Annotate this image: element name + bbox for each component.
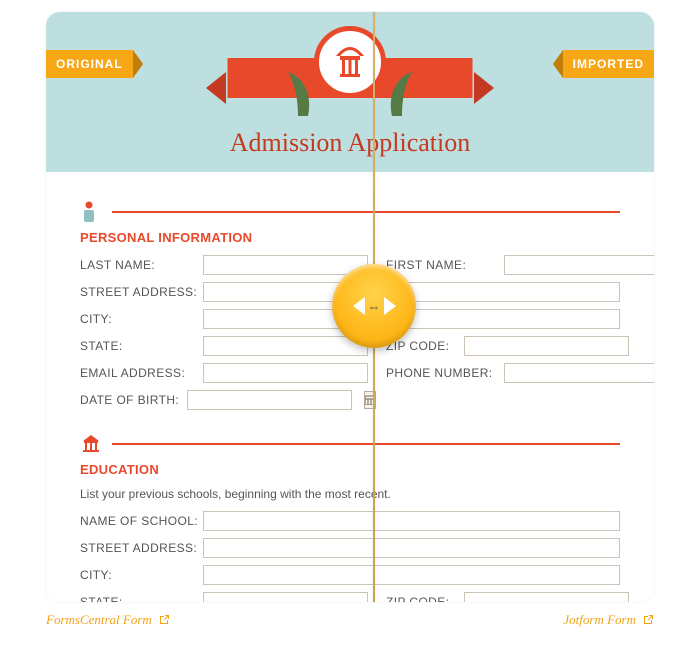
form-header: Admission Application (46, 12, 654, 172)
label-last-name: LAST NAME: (80, 258, 195, 272)
edu-state-input[interactable] (203, 592, 368, 602)
phone-input[interactable] (504, 363, 654, 383)
section-band-personal (80, 200, 620, 224)
section-heading-education: EDUCATION (80, 462, 620, 477)
formscentral-link-label: FormsCentral Form (46, 612, 152, 628)
first-name-input[interactable] (504, 255, 654, 275)
state-input[interactable] (203, 336, 368, 356)
flag-tail (553, 50, 563, 78)
school-name-input[interactable] (203, 511, 620, 531)
ribbon-tail-left (206, 72, 226, 104)
edu-zip-input[interactable] (464, 592, 629, 602)
dob-input[interactable] (187, 390, 352, 410)
flag-tail (133, 50, 143, 78)
helper-right: cent. (365, 487, 391, 501)
edu-street-input[interactable] (203, 538, 620, 558)
education-helper-text: List your previous schools, beginning wi… (80, 487, 620, 501)
institution-icon (80, 432, 102, 456)
jotform-link[interactable]: Jotform Form (563, 612, 654, 628)
section-rule (112, 211, 620, 213)
arrow-left-icon (353, 297, 365, 315)
section-heading-personal: PERSONAL INFORMATION (80, 230, 620, 245)
label-edu-city: CITY: (80, 568, 195, 582)
laurel-left-icon (276, 68, 316, 118)
medallion-icon (314, 26, 386, 98)
person-icon (80, 200, 102, 224)
label-edu-zip: ZIP CODE: (386, 595, 456, 602)
external-link-icon (642, 614, 654, 626)
email-input[interactable] (203, 363, 368, 383)
label-first-name: FIRST NAME: (386, 258, 496, 272)
imported-flag-label: IMPORTED (563, 50, 654, 78)
label-school-name: NAME OF SCHOOL: (80, 514, 195, 528)
label-phone: PHONE NUMBER: (386, 366, 496, 380)
original-flag-label: ORIGINAL (46, 50, 133, 78)
label-state: STATE: (80, 339, 195, 353)
arrow-right-icon (384, 297, 396, 315)
label-email: EMAIL ADDRESS: (80, 366, 195, 380)
label-city: CITY: (80, 312, 195, 326)
resize-horizontal-icon: ⇔ (368, 300, 381, 313)
jotform-link-label: Jotform Form (563, 612, 636, 628)
edu-city-input[interactable] (203, 565, 620, 585)
label-edu-street: STREET ADDRESS: (80, 541, 195, 555)
slider-handle[interactable]: ⇔ (332, 264, 416, 348)
label-edu-state: STATE: (80, 595, 195, 602)
label-dob: DATE OF BIRTH: (80, 393, 179, 407)
helper-left: List your previous schools, beginning wi… (80, 487, 365, 501)
form-title: Admission Application (46, 128, 654, 158)
zip-input[interactable] (464, 336, 629, 356)
form-body: PERSONAL INFORMATION LAST NAME: FIRST NA… (46, 172, 654, 602)
formscentral-link[interactable]: FormsCentral Form (46, 612, 170, 628)
laurel-right-icon (384, 68, 424, 118)
last-name-input[interactable] (203, 255, 368, 275)
imported-flag: IMPORTED (553, 50, 654, 78)
footer-links: FormsCentral Form Jotform Form (46, 612, 654, 628)
section-band-education (80, 432, 620, 456)
label-street-address: STREET ADDRESS: (80, 285, 195, 299)
ribbon-tail-right (474, 72, 494, 104)
section-rule (112, 443, 620, 445)
external-link-icon (158, 614, 170, 626)
original-flag: ORIGINAL (46, 50, 143, 78)
